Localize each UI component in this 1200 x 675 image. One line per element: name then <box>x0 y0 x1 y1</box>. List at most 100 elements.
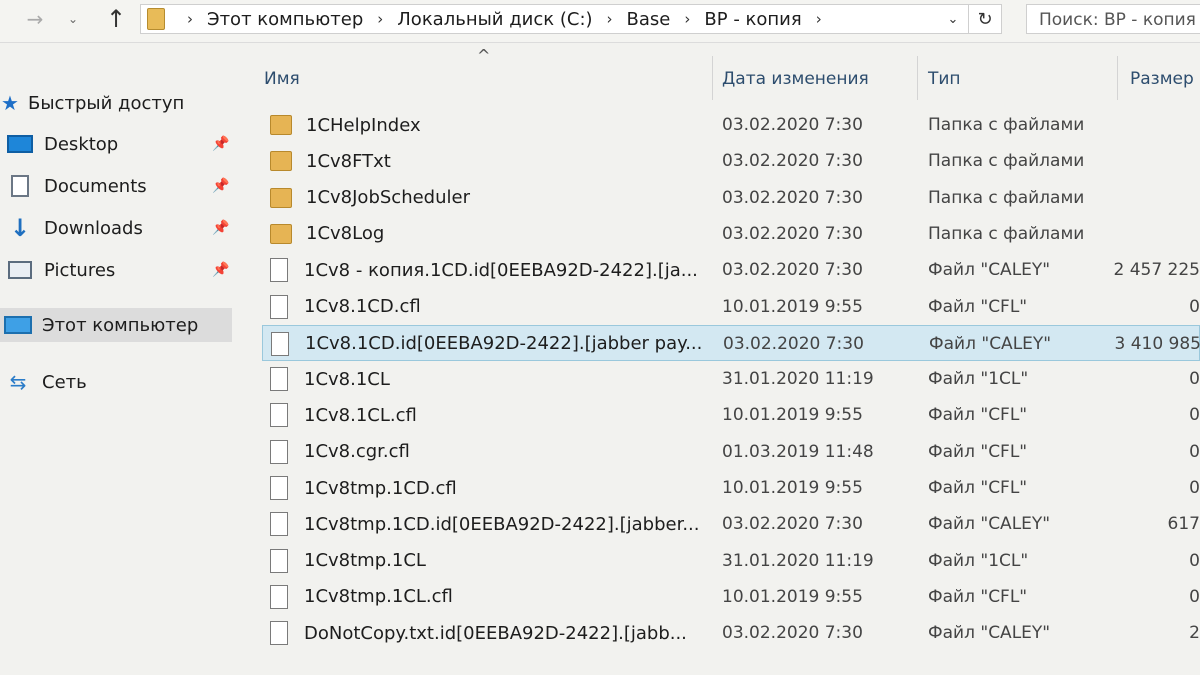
breadcrumb: › Этот компьютер › Локальный диск (C:) ›… <box>173 9 836 30</box>
sidebar-item-downloads[interactable]: ↓ Downloads 📌 <box>6 211 238 245</box>
folder-icon <box>270 223 292 244</box>
refresh-icon[interactable]: ↻ <box>968 5 1001 33</box>
file-name: 1Cv8JobScheduler <box>306 187 470 209</box>
folder-icon <box>270 151 292 172</box>
file-icon <box>270 584 288 609</box>
sidebar-item-this-pc[interactable]: Этот компьютер <box>0 308 232 342</box>
file-icon <box>270 367 288 392</box>
file-row[interactable]: 1Cv8.1CD.cfl 10.01.2019 9:55 Файл "CFL" 0 <box>262 289 1200 325</box>
up-arrow-icon[interactable]: ↑ <box>100 5 132 33</box>
file-icon <box>270 548 288 573</box>
sidebar-item-label: Downloads <box>44 217 143 239</box>
breadcrumb-separator-icon[interactable]: › <box>377 10 383 28</box>
file-row[interactable]: 1Cv8tmp.1CL.cfl 10.01.2019 9:55 Файл "CFL"… <box>262 579 1200 615</box>
file-row[interactable]: 1Cv8Log 03.02.2020 7:30 Папка с файлами <box>262 216 1200 252</box>
file-icon <box>270 439 288 464</box>
file-name-cell: 1Cv8Log <box>270 216 384 252</box>
file-name: 1Cv8Log <box>306 223 385 245</box>
breadcrumb-separator-icon[interactable]: › <box>816 10 822 28</box>
file-size <box>1107 216 1200 252</box>
sidebar-item-pictures[interactable]: Pictures 📌 <box>6 253 238 287</box>
file-type: Папка с файлами <box>928 187 1085 208</box>
file-row[interactable]: 1Cv8 - копия.1CD.id[0EEBA92D-2422].[ja..… <box>262 252 1200 288</box>
file-name: 1Cv8.1CD.cfl <box>304 296 421 317</box>
file-name: 1Cv8.1CL.cfl <box>304 404 417 426</box>
sidebar-item-quick-access[interactable]: ★ Быстрый доступ <box>0 86 232 120</box>
file-icon <box>270 258 288 283</box>
file-row[interactable]: 1Cv8.1CL 31.01.2020 11:19 Файл "1CL" 0 <box>262 361 1200 397</box>
file-date: 03.02.2020 7:30 <box>722 514 863 535</box>
file-row[interactable]: 1Cv8.1CD.id[0EEBA92D-2422].[jabber pay..… <box>262 324 1200 361</box>
desktop-icon <box>6 133 34 155</box>
folder-icon <box>270 115 292 135</box>
sidebar-item-label: Documents <box>44 175 147 197</box>
file-name: 1Cv8tmp.1CL.cfl <box>304 586 453 608</box>
file-name-cell: 1Cv8tmp.1CL <box>270 543 426 579</box>
file-size: 3 410 985 <box>1114 333 1200 354</box>
breadcrumb-this-pc[interactable]: Этот компьютер <box>207 9 363 30</box>
file-row[interactable]: 1Cv8tmp.1CD.cfl 10.01.2019 9:55 Файл "CFL"… <box>262 470 1200 506</box>
computer-icon <box>4 314 32 336</box>
breadcrumb-separator-icon[interactable]: › <box>607 10 613 28</box>
sidebar-item-network[interactable]: ⇆ Сеть <box>4 365 236 399</box>
breadcrumb-separator-icon[interactable]: › <box>684 10 690 28</box>
column-header-date[interactable]: Дата изменения <box>722 60 869 98</box>
pin-icon: 📌 <box>212 262 230 278</box>
file-type: Файл "CFL" <box>928 478 1028 498</box>
file-row[interactable]: 1Cv8FTxt 03.02.2020 7:30 Папка с файлами <box>262 143 1200 179</box>
breadcrumb-bp-copy[interactable]: BP - копия <box>704 9 801 30</box>
column-divider[interactable] <box>917 56 918 100</box>
file-size: 0 <box>1189 369 1200 390</box>
sidebar-item-label: Этот компьютер <box>42 314 199 336</box>
file-name-cell: 1Cv8JobScheduler <box>270 180 470 216</box>
file-size: 0 <box>1189 550 1200 571</box>
column-divider[interactable] <box>712 56 713 100</box>
recent-locations-chevron-icon[interactable]: ⌄ <box>58 6 88 32</box>
sidebar-item-label: Pictures <box>44 259 116 281</box>
file-type: Файл "CALEY" <box>929 333 1052 354</box>
file-row[interactable]: 1Cv8.1CL.cfl 10.01.2019 9:55 Файл "CFL" 0 <box>262 397 1200 433</box>
file-date: 10.01.2019 9:55 <box>722 405 863 426</box>
file-name-cell: 1Cv8.1CD.cfl <box>270 289 421 325</box>
file-type: Файл "CFL" <box>928 441 1028 462</box>
file-type: Файл "CALEY" <box>928 260 1051 281</box>
forward-arrow-icon[interactable]: → <box>20 6 50 32</box>
file-icon <box>270 294 288 319</box>
file-row[interactable]: 1Cv8tmp.1CL 31.01.2020 11:19 Файл "1CL" 0 <box>262 543 1200 579</box>
file-name-cell: 1CHelpIndex <box>270 107 421 143</box>
file-name-cell: 1Cv8tmp.1CL.cfl <box>270 579 453 615</box>
file-name: 1CHelpIndex <box>306 114 421 136</box>
file-name: 1Cv8.1CD.id[0EEBA92D-2422].[jabber pay..… <box>305 333 703 355</box>
file-size: 2 457 225 <box>1113 260 1200 281</box>
file-name: DoNotCopy.txt.id[0EEBA92D-2422].[jabb... <box>304 622 687 644</box>
file-row[interactable]: 1CHelpIndex 03.02.2020 7:30 Папка с файлам… <box>262 107 1200 143</box>
column-header-name[interactable]: Имя <box>264 60 300 98</box>
file-name-cell: 1Cv8 - копия.1CD.id[0EEBA92D-2422].[ja..… <box>270 252 698 288</box>
breadcrumb-local-disk[interactable]: Локальный диск (C:) <box>397 9 592 30</box>
column-header-type[interactable]: Тип <box>928 60 961 98</box>
explorer-toolbar: → ⌄ ↑ › Этот компьютер › Локальный диск … <box>0 0 1200 43</box>
file-row[interactable]: 1Cv8JobScheduler 03.02.2020 7:30 Папка с ф… <box>262 180 1200 216</box>
file-date: 03.02.2020 7:30 <box>722 187 863 208</box>
sidebar-item-desktop[interactable]: Desktop 📌 <box>6 127 238 161</box>
file-row[interactable]: 1Cv8.cgr.cfl 01.03.2019 11:48 Файл "CFL" 0 <box>262 434 1200 470</box>
file-row[interactable]: DoNotCopy.txt.id[0EEBA92D-2422].[jabb...… <box>262 615 1200 651</box>
breadcrumb-base[interactable]: Base <box>627 9 671 30</box>
file-icon <box>271 331 289 356</box>
sidebar-item-documents[interactable]: Documents 📌 <box>6 169 238 203</box>
column-divider[interactable] <box>1117 56 1118 100</box>
file-date: 03.02.2020 7:30 <box>722 623 863 644</box>
file-icon <box>270 476 288 500</box>
folder-icon <box>270 187 292 208</box>
column-header-size[interactable]: Размер <box>1130 60 1194 98</box>
file-list: ^ Имя Дата изменения Тип Размер 1CHelpIn… <box>262 42 1200 675</box>
file-row[interactable]: 1Cv8tmp.1CD.id[0EEBA92D-2422].[jabber...… <box>262 506 1200 542</box>
breadcrumb-separator-icon[interactable]: › <box>187 10 193 28</box>
file-type: Файл "1CL" <box>928 369 1029 390</box>
sidebar-item-label: Desktop <box>44 133 119 155</box>
file-date: 03.02.2020 7:30 <box>723 333 864 354</box>
documents-icon <box>6 175 34 197</box>
search-input[interactable]: Поиск: BP - копия <box>1026 4 1200 34</box>
address-dropdown-icon[interactable]: ⌄ <box>941 5 965 33</box>
address-bar[interactable]: › Этот компьютер › Локальный диск (C:) ›… <box>140 4 1002 34</box>
